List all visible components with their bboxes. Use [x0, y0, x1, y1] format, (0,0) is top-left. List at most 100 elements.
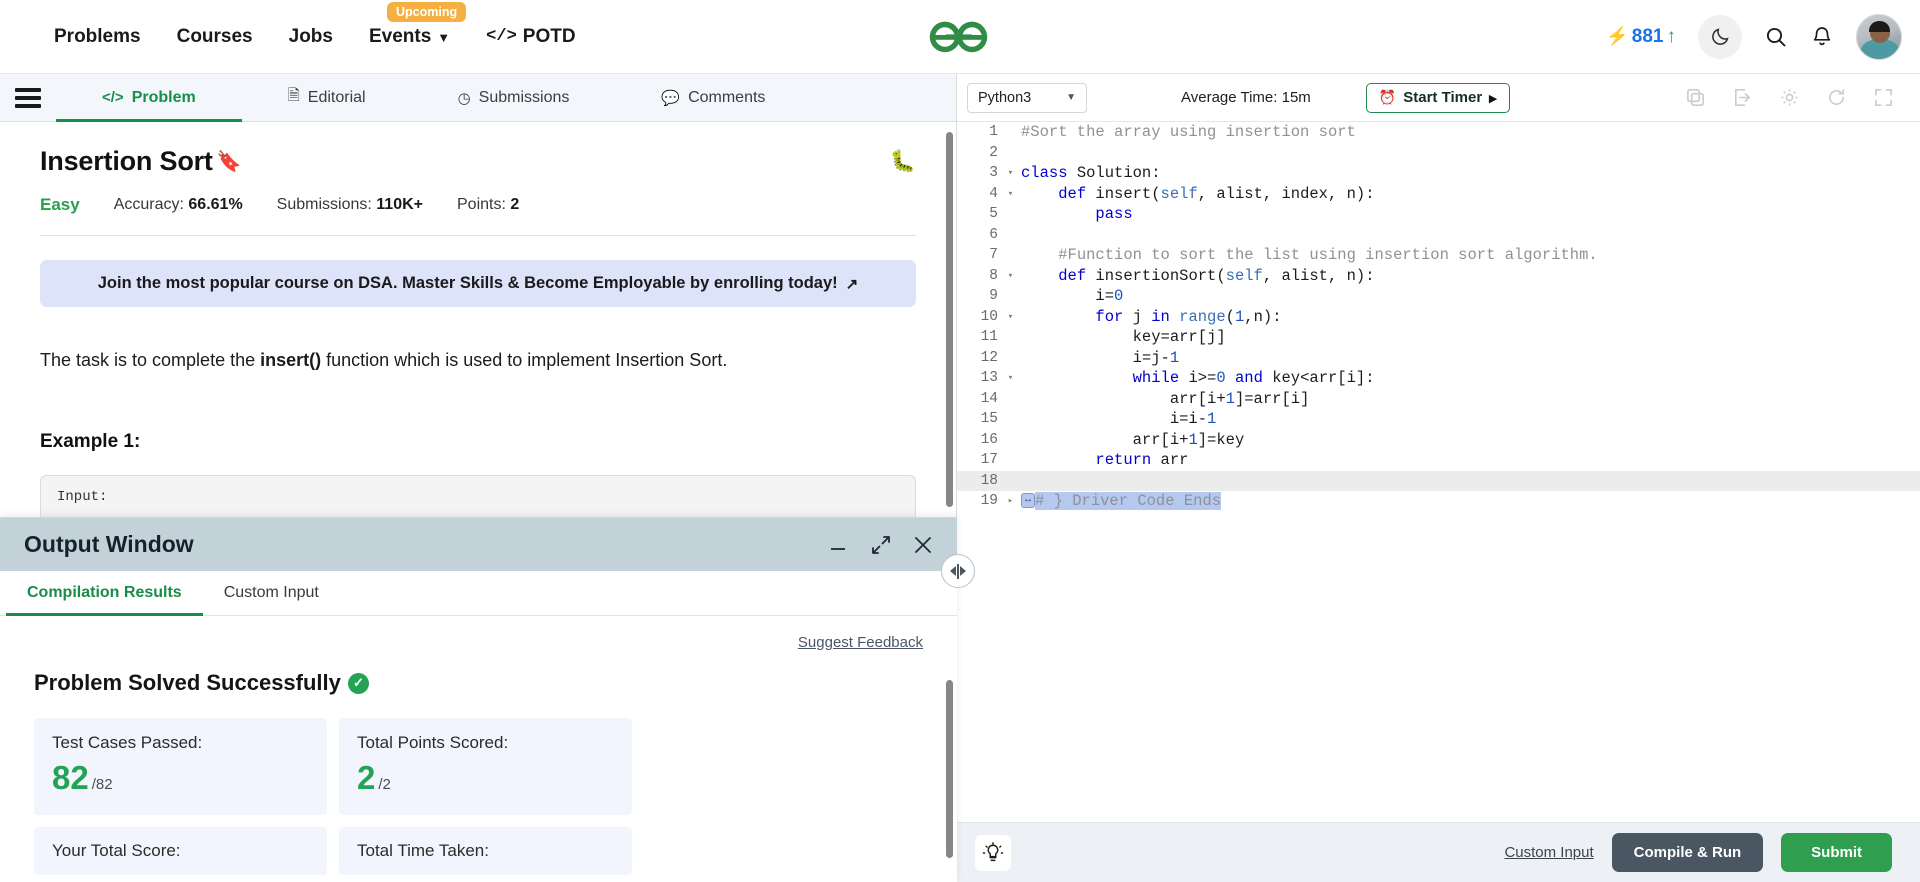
main-nav: Problems Courses Jobs Upcoming Events ▼ … — [54, 1, 576, 48]
fold-toggle-icon[interactable]: ▸ — [1004, 491, 1017, 512]
language-select[interactable]: Python3 ▼ — [967, 82, 1087, 113]
code-line[interactable]: 2 — [957, 143, 1920, 164]
average-time-label: Average Time: 15m — [1181, 89, 1311, 106]
tab-editorial[interactable]: 🗎 Editorial — [242, 74, 412, 121]
code-line[interactable]: 14 arr[i+1]=arr[i] — [957, 389, 1920, 410]
line-number: 18 — [980, 472, 998, 489]
editor-toolbar: Python3 ▼ Average Time: 15m ⏰ Start Time… — [957, 74, 1920, 122]
start-timer-button[interactable]: ⏰ Start Timer ▸ — [1365, 82, 1510, 113]
problem-scrollbar[interactable] — [946, 132, 953, 507]
code-line[interactable]: 13 ▾ while i>=0 and key<arr[i]: — [957, 368, 1920, 389]
search-button[interactable] — [1764, 25, 1788, 49]
card-your-total-score: Your Total Score: — [34, 827, 327, 875]
line-number: 16 — [980, 431, 998, 448]
line-number: 5 — [989, 206, 998, 222]
code-editor[interactable]: 1 #Sort the array using insertion sort 2 3 ▾… — [957, 122, 1920, 822]
example-body: Input: — [57, 489, 108, 505]
card-value: 2 — [357, 759, 376, 796]
settings-icon[interactable] — [1779, 87, 1800, 108]
minimize-icon[interactable] — [827, 536, 849, 554]
code-text: def insert(self, alist, index, n): — [1058, 184, 1375, 203]
output-scrollbar[interactable] — [946, 680, 953, 858]
tab-label-editorial: Editorial — [307, 88, 366, 106]
tab-compilation-results[interactable]: Compilation Results — [6, 571, 203, 616]
card-label: Your Total Score: — [52, 841, 181, 860]
custom-input-link[interactable]: Custom Input — [1504, 844, 1593, 861]
bug-icon[interactable]: 🐛 — [890, 150, 916, 174]
card-total-points-scored: Total Points Scored: 2 /2 — [339, 718, 632, 815]
card-label: Test Cases Passed: — [52, 733, 203, 752]
code-text: ↔ # } Driver Code Ends — [1017, 491, 1222, 512]
line-number: 17 — [980, 452, 998, 468]
code-line[interactable]: 11 key=arr[j] — [957, 327, 1920, 348]
lightbulb-icon[interactable] — [975, 834, 1011, 871]
chevron-left-icon — [950, 566, 956, 576]
code-line[interactable]: 4 ▾ def insert(self, alist, index, n): — [957, 184, 1920, 205]
page-title: Insertion Sort — [40, 146, 213, 176]
code-text: i=0 — [1021, 287, 1124, 305]
fullscreen-icon[interactable] — [1873, 87, 1894, 108]
code-line[interactable]: 19 ▸ ↔ # } Driver Code Ends — [957, 491, 1920, 512]
nav-item-jobs[interactable]: Jobs — [289, 26, 333, 48]
compile-run-button[interactable]: Compile & Run — [1611, 833, 1764, 872]
nav-item-courses[interactable]: Courses — [177, 26, 253, 48]
avatar-hair — [1869, 20, 1890, 32]
arrow-up-icon: ↑ — [1666, 25, 1677, 47]
menu-button[interactable] — [0, 74, 56, 121]
nav-item-problems[interactable]: Problems — [54, 26, 141, 48]
code-line[interactable]: 15 i=i-1 — [957, 409, 1920, 430]
code-line[interactable]: 17 return arr — [957, 450, 1920, 471]
bookmark-icon[interactable]: 🔖 — [217, 149, 242, 174]
streak-counter[interactable]: ⚡ 881 ↑ — [1606, 26, 1676, 48]
line-number: 2 — [989, 144, 998, 161]
line-number: 19 — [980, 493, 998, 509]
fold-toggle-icon[interactable]: ▾ — [1004, 184, 1017, 205]
tab-comments[interactable]: 💬 Comments — [615, 74, 811, 121]
avatar[interactable] — [1856, 13, 1902, 60]
fold-toggle-icon[interactable]: ▾ — [1004, 368, 1017, 389]
code-text: #Function to sort the list using inserti… — [1058, 246, 1598, 264]
code-line[interactable]: 6 — [957, 225, 1920, 246]
code-line[interactable]: 5 pass — [957, 204, 1920, 225]
maximize-icon[interactable] — [871, 535, 891, 555]
code-line[interactable]: 1 #Sort the array using insertion sort — [957, 122, 1920, 143]
tab-problem[interactable]: </> Problem — [56, 74, 242, 122]
line-number: 13 — [980, 370, 998, 386]
code-line[interactable]: 10 ▾ for j in range(1,n): — [957, 307, 1920, 328]
gfg-logo[interactable] — [927, 20, 993, 54]
nav-item-events[interactable]: Upcoming Events ▼ — [369, 1, 467, 48]
fold-toggle-icon[interactable]: ▾ — [1004, 307, 1017, 328]
reset-icon[interactable] — [1826, 87, 1847, 108]
code-text: def insertionSort(self, alist, n): — [1058, 266, 1375, 285]
alarm-clock-icon: ⏰ — [1378, 89, 1397, 105]
editor-footer: Custom Input Compile & Run Submit — [957, 822, 1920, 882]
search-icon — [1766, 27, 1786, 46]
fold-toggle-icon[interactable]: ▾ — [1004, 163, 1017, 184]
code-line[interactable]: 12 i=j-1 — [957, 348, 1920, 369]
close-icon[interactable] — [913, 535, 933, 555]
dark-mode-toggle[interactable] — [1698, 14, 1742, 59]
output-window-buttons — [827, 535, 933, 555]
pane-splitter-handle[interactable] — [941, 554, 975, 588]
tab-custom-input[interactable]: Custom Input — [203, 571, 340, 615]
copy-icon[interactable] — [1685, 87, 1706, 108]
submit-button[interactable]: Submit — [1781, 833, 1892, 872]
code-line[interactable]: 7 #Function to sort the list using inser… — [957, 245, 1920, 266]
code-line[interactable]: 8 ▾ def insertionSort(self, alist, n): — [957, 266, 1920, 287]
fold-toggle-icon[interactable]: ▾ — [1004, 266, 1017, 287]
notifications-button[interactable] — [1810, 25, 1834, 49]
code-line[interactable]: 3 ▾ class Solution: — [957, 163, 1920, 184]
code-line[interactable]: 16 arr[i+1]=key — [957, 430, 1920, 451]
code-line[interactable]: 18 — [957, 470, 1920, 491]
import-icon[interactable] — [1732, 87, 1753, 108]
chevron-down-icon: ▼ — [437, 30, 451, 45]
line-number: 1 — [989, 124, 998, 140]
nav-item-potd[interactable]: </> POTD — [486, 26, 575, 48]
submissions-label: Submissions: — [276, 196, 372, 213]
promo-banner[interactable]: Join the most popular course on DSA. Mas… — [40, 260, 916, 307]
code-line[interactable]: 9 i=0 — [957, 286, 1920, 307]
output-window-title: Output Window — [24, 531, 194, 557]
suggest-feedback-link[interactable]: Suggest Feedback — [34, 634, 923, 651]
comment-icon: 💬 — [661, 89, 681, 107]
tab-submissions[interactable]: ◷ Submissions — [412, 74, 616, 121]
